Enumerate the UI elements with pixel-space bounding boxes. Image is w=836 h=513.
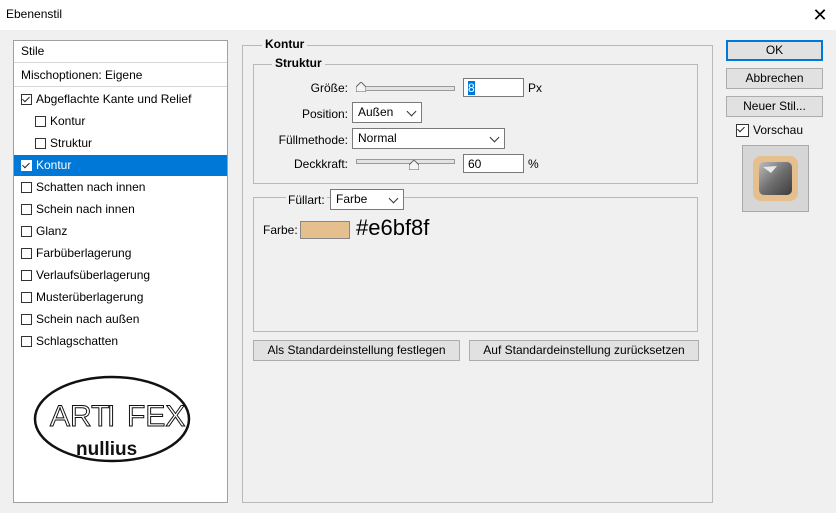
cancel-button[interactable]: Abbrechen — [726, 68, 823, 89]
style-item-checkbox[interactable] — [21, 292, 32, 303]
style-item[interactable]: Musterüberlagerung — [14, 287, 227, 308]
size-slider-thumb[interactable] — [355, 82, 366, 92]
fill-group — [253, 197, 698, 332]
style-item-label: Farbüberlagerung — [36, 246, 132, 260]
styles-header[interactable]: Stile — [14, 41, 227, 63]
size-label: Größe: — [310, 81, 348, 95]
color-swatch[interactable] — [300, 221, 350, 239]
style-item[interactable]: Schlagschatten — [14, 331, 227, 352]
opacity-label: Deckkraft: — [293, 157, 348, 171]
logo-text-nullius: nullius — [76, 439, 137, 460]
artifex-logo: ART I FEX nullius — [33, 375, 191, 463]
style-item-checkbox[interactable] — [21, 182, 32, 193]
logo-text-art: ART — [50, 400, 109, 433]
style-item-label: Schein nach außen — [36, 312, 140, 326]
style-item-label: Verlaufsüberlagerung — [36, 268, 151, 282]
style-item-label: Struktur — [50, 136, 93, 150]
styles-panel: Stile Mischoptionen: Eigene Abgeflachte … — [13, 40, 228, 503]
style-item-checkbox[interactable] — [21, 336, 32, 347]
style-item-checkbox[interactable] — [21, 160, 32, 171]
style-item-checkbox[interactable] — [21, 226, 32, 237]
style-item-label: Schatten nach innen — [36, 180, 146, 194]
style-item-checkbox[interactable] — [21, 270, 32, 281]
chevron-down-icon — [406, 106, 417, 117]
style-item[interactable]: Verlaufsüberlagerung — [14, 265, 227, 286]
style-item-checkbox[interactable] — [35, 116, 46, 127]
window-title: Ebenenstil — [6, 7, 63, 21]
struktur-title: Struktur — [272, 56, 325, 70]
style-item[interactable]: Schein nach außen — [14, 309, 227, 330]
fill-method-label: Füllmethode: — [278, 133, 348, 147]
blend-options-item[interactable]: Mischoptionen: Eigene — [14, 65, 227, 87]
style-item-checkbox[interactable] — [35, 138, 46, 149]
color-label: Farbe: — [263, 223, 298, 237]
close-icon[interactable]: ✕ — [808, 3, 832, 27]
opacity-input[interactable]: 60 — [463, 154, 524, 173]
style-item[interactable]: Abgeflachte Kante und Relief — [14, 89, 227, 110]
blend-options-label: Mischoptionen: Eigene — [21, 68, 143, 82]
size-unit: Px — [528, 81, 543, 95]
chevron-down-icon — [388, 193, 399, 204]
opacity-slider-thumb[interactable] — [409, 160, 420, 170]
position-label: Position: — [301, 107, 348, 121]
chevron-down-icon — [489, 132, 500, 143]
fill-type-select[interactable]: Farbe — [330, 189, 404, 210]
style-item-label: Schlagschatten — [36, 334, 119, 348]
style-item-label: Kontur — [36, 158, 72, 172]
style-item[interactable]: Farbüberlagerung — [14, 243, 227, 264]
style-item[interactable]: Schein nach innen — [14, 199, 227, 220]
preview-label: Vorschau — [753, 123, 804, 137]
position-value: Außen — [358, 105, 394, 119]
style-item-label: Glanz — [36, 224, 68, 238]
color-hex-text: #e6bf8f — [356, 215, 430, 240]
style-item-label: Kontur — [50, 114, 86, 128]
kontur-title: Kontur — [262, 37, 308, 51]
fill-type-label: Füllart: — [286, 193, 327, 207]
opacity-unit: % — [528, 157, 539, 171]
position-select[interactable]: Außen — [352, 102, 422, 123]
style-item-checkbox[interactable] — [21, 94, 32, 105]
size-input[interactable]: 8 — [463, 78, 524, 97]
style-item[interactable]: Schatten nach innen — [14, 177, 227, 198]
style-item-label: Schein nach innen — [36, 202, 135, 216]
logo-text-fex: FEX — [127, 400, 185, 433]
style-item-checkbox[interactable] — [21, 204, 32, 215]
style-item-checkbox[interactable] — [21, 314, 32, 325]
style-preview-image — [753, 156, 798, 201]
fill-method-select[interactable]: Normal — [352, 128, 505, 149]
style-item-label: Abgeflachte Kante und Relief — [36, 92, 192, 106]
logo-text-i: I — [107, 400, 115, 433]
style-item[interactable]: Glanz — [14, 221, 227, 242]
preview-checkbox[interactable] — [736, 124, 749, 137]
preview-box — [742, 145, 809, 212]
style-item[interactable]: Kontur — [14, 111, 227, 132]
style-item-checkbox[interactable] — [21, 248, 32, 259]
style-item[interactable]: Kontur — [14, 155, 227, 176]
styles-header-label: Stile — [21, 44, 45, 58]
size-value: 8 — [468, 81, 475, 95]
fill-type-value: Farbe — [336, 192, 368, 206]
set-default-button[interactable]: Als Standardeinstellung festlegen — [253, 340, 460, 361]
style-item-label: Musterüberlagerung — [36, 290, 144, 304]
opacity-slider-track[interactable] — [356, 159, 455, 164]
size-slider-track[interactable] — [356, 86, 455, 91]
preview-toggle[interactable]: Vorschau — [736, 123, 826, 139]
new-style-button[interactable]: Neuer Stil... — [726, 96, 823, 117]
ok-button[interactable]: OK — [726, 40, 823, 61]
style-item[interactable]: Struktur — [14, 133, 227, 154]
fill-method-value: Normal — [358, 131, 397, 145]
reset-default-button[interactable]: Auf Standardeinstellung zurücksetzen — [469, 340, 699, 361]
title-bar — [0, 0, 836, 30]
